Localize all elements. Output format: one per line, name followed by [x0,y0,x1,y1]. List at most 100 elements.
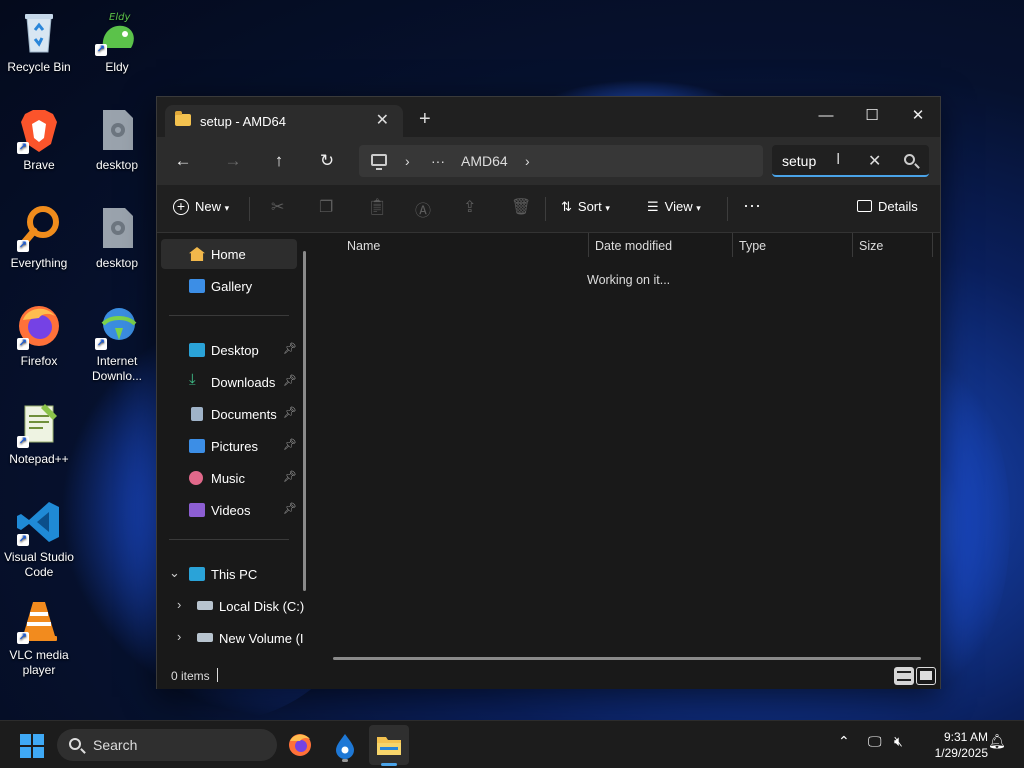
desktop-icon-everything[interactable]: ↗ Everything [0,204,78,271]
desktop-icon-recycle-bin[interactable]: Recycle Bin [0,8,78,75]
details-button[interactable]: Details [857,199,918,214]
desktop-icon-label: desktop [95,256,139,270]
loading-status-text: Working on it... [587,273,671,287]
pin-icon[interactable]: 📌︎ [283,342,297,355]
this-pc-icon [371,154,387,170]
chevron-down-icon[interactable]: ⌄ [169,565,180,581]
sidebar-item-music[interactable]: Music 📌︎ [161,463,297,493]
folder-icon [175,111,191,126]
minimize-button[interactable]: — [803,101,849,131]
search-input[interactable]: setup I ✕ [772,145,929,177]
taskbar-clock[interactable]: 9:31 AM 1/29/2025 [918,729,988,761]
chevron-right-icon[interactable]: › [177,629,181,644]
column-divider[interactable] [852,233,853,257]
shortcut-arrow-icon: ↗ [17,338,29,350]
sidebar-item-new-volume[interactable]: › New Volume (I [161,623,304,653]
notifications-bell-icon[interactable]: 🔔︎ [988,733,1006,750]
taskbar-firefox[interactable] [284,729,316,761]
clear-search-icon[interactable]: ✕ [868,151,881,171]
desktop-icon-desktop-2[interactable]: desktop [78,204,156,271]
sidebar-item-downloads[interactable]: ⤓ Downloads 📌︎ [161,367,297,397]
column-divider[interactable] [732,233,733,257]
sidebar-item-local-disk[interactable]: › Local Disk (C:) [161,591,304,621]
sidebar-scrollbar[interactable] [303,251,306,591]
address-overflow-button[interactable]: ··· [431,153,445,169]
desktop-icon-vlc[interactable]: ↗ VLC media player [0,596,78,678]
pin-icon[interactable]: 📌︎ [283,406,297,419]
forward-arrow-icon[interactable]: → [219,149,247,173]
desktop-folder-icon [189,343,205,357]
windows-start-icon[interactable] [20,734,44,758]
sidebar-item-videos[interactable]: Videos 📌︎ [161,495,297,525]
back-arrow-icon[interactable]: ← [169,149,197,173]
volume-muted-icon[interactable]: 🔇︎ [894,733,903,750]
column-header-name[interactable]: Name [347,239,380,253]
sidebar-item-pictures[interactable]: Pictures 📌︎ [161,431,297,461]
desktop-icon-desktop-1[interactable]: desktop [78,106,156,173]
column-header-type[interactable]: Type [739,239,766,253]
sidebar-item-desktop[interactable]: Desktop 📌︎ [161,335,297,365]
pin-icon[interactable]: 📌︎ [283,438,297,451]
taskbar-search-box[interactable]: Search [57,729,277,761]
desktop-icon-eldy[interactable]: Eldy ↗ Eldy [78,8,156,75]
new-button[interactable]: + New ▾ [173,199,229,215]
search-icon[interactable] [904,154,915,165]
search-icon [69,738,81,750]
close-window-button[interactable]: ✕ [895,101,941,131]
sidebar-item-label: Pictures [211,439,258,454]
column-divider[interactable] [932,233,933,257]
sidebar-item-home[interactable]: Home [161,239,297,269]
tiles-view-button[interactable] [916,667,936,685]
sidebar-item-this-pc[interactable]: ⌄ This PC [161,559,297,589]
chevron-right-icon[interactable]: › [177,597,181,612]
sidebar-item-gallery[interactable]: Gallery [161,271,297,301]
pin-icon[interactable]: 📌︎ [283,374,297,387]
sidebar-item-documents[interactable]: Documents 📌︎ [161,399,297,429]
sort-button[interactable]: ⇅ Sort ▾ [561,199,610,215]
horizontal-scrollbar[interactable] [333,657,921,660]
maximize-button[interactable]: ☐ [849,101,895,131]
cut-icon[interactable]: ✂ [271,197,284,217]
new-tab-button[interactable]: + [419,109,431,129]
settings-file-icon [93,106,141,154]
copy-icon[interactable]: ❐ [319,197,333,217]
view-button[interactable]: ☰ View ▾ [647,199,701,215]
close-tab-icon[interactable]: ✕ [376,110,389,130]
tab-title: setup - AMD64 [200,114,286,129]
desktop-icon-firefox[interactable]: ↗ Firefox [0,302,78,369]
delete-icon[interactable]: 🗑︎ [511,197,531,217]
rename-icon[interactable]: Ⓐ [415,197,431,221]
address-bar[interactable]: › ··· AMD64 › [359,145,763,177]
desktop-icon-internet-download-manager[interactable]: ↗ Internet Downlo... [78,302,156,384]
more-options-button[interactable]: ··· [743,195,761,216]
taskbar-file-explorer[interactable] [369,725,409,766]
new-label: New [195,199,222,214]
refresh-icon[interactable]: ↻ [313,149,341,173]
desktop-icon-visual-studio-code[interactable]: ↗ Visual Studio Code [0,498,78,580]
column-header-size[interactable]: Size [859,239,883,253]
taskbar-edge[interactable] [329,729,361,762]
tab-setup-amd64[interactable]: setup - AMD64 ✕ [165,105,403,137]
share-icon[interactable]: ⇪ [463,197,476,217]
pin-icon[interactable]: 📌︎ [283,502,297,515]
navigation-bar: ← → ↑ ↻ › ··· AMD64 › setup I ✕ [157,137,940,185]
breadcrumb-amd64[interactable]: AMD64 [461,153,508,169]
show-hidden-icons-chevron-up-icon[interactable]: ⌃ [838,733,850,750]
desktop-icon-notepad-plus-plus[interactable]: ↗ Notepad++ [0,400,78,467]
home-icon [189,247,205,261]
column-header-date-modified[interactable]: Date modified [595,239,672,253]
pin-icon[interactable]: 📌︎ [283,470,297,483]
settings-file-icon [93,204,141,252]
item-count: 0 items [171,669,210,683]
desktop-icon-label: Eldy [105,60,129,74]
up-arrow-icon[interactable]: ↑ [265,149,293,173]
paste-icon[interactable]: 📋︎ [367,197,387,217]
documents-icon [191,407,203,421]
toolbar-divider [545,197,546,221]
sidebar-item-label: This PC [211,567,258,582]
sidebar-item-label: Desktop [211,343,259,358]
details-view-button[interactable] [894,667,914,685]
column-divider[interactable] [588,233,589,257]
network-icon[interactable]: 🖵︎ [868,733,882,750]
desktop-icon-brave[interactable]: ↗ Brave [0,106,78,173]
